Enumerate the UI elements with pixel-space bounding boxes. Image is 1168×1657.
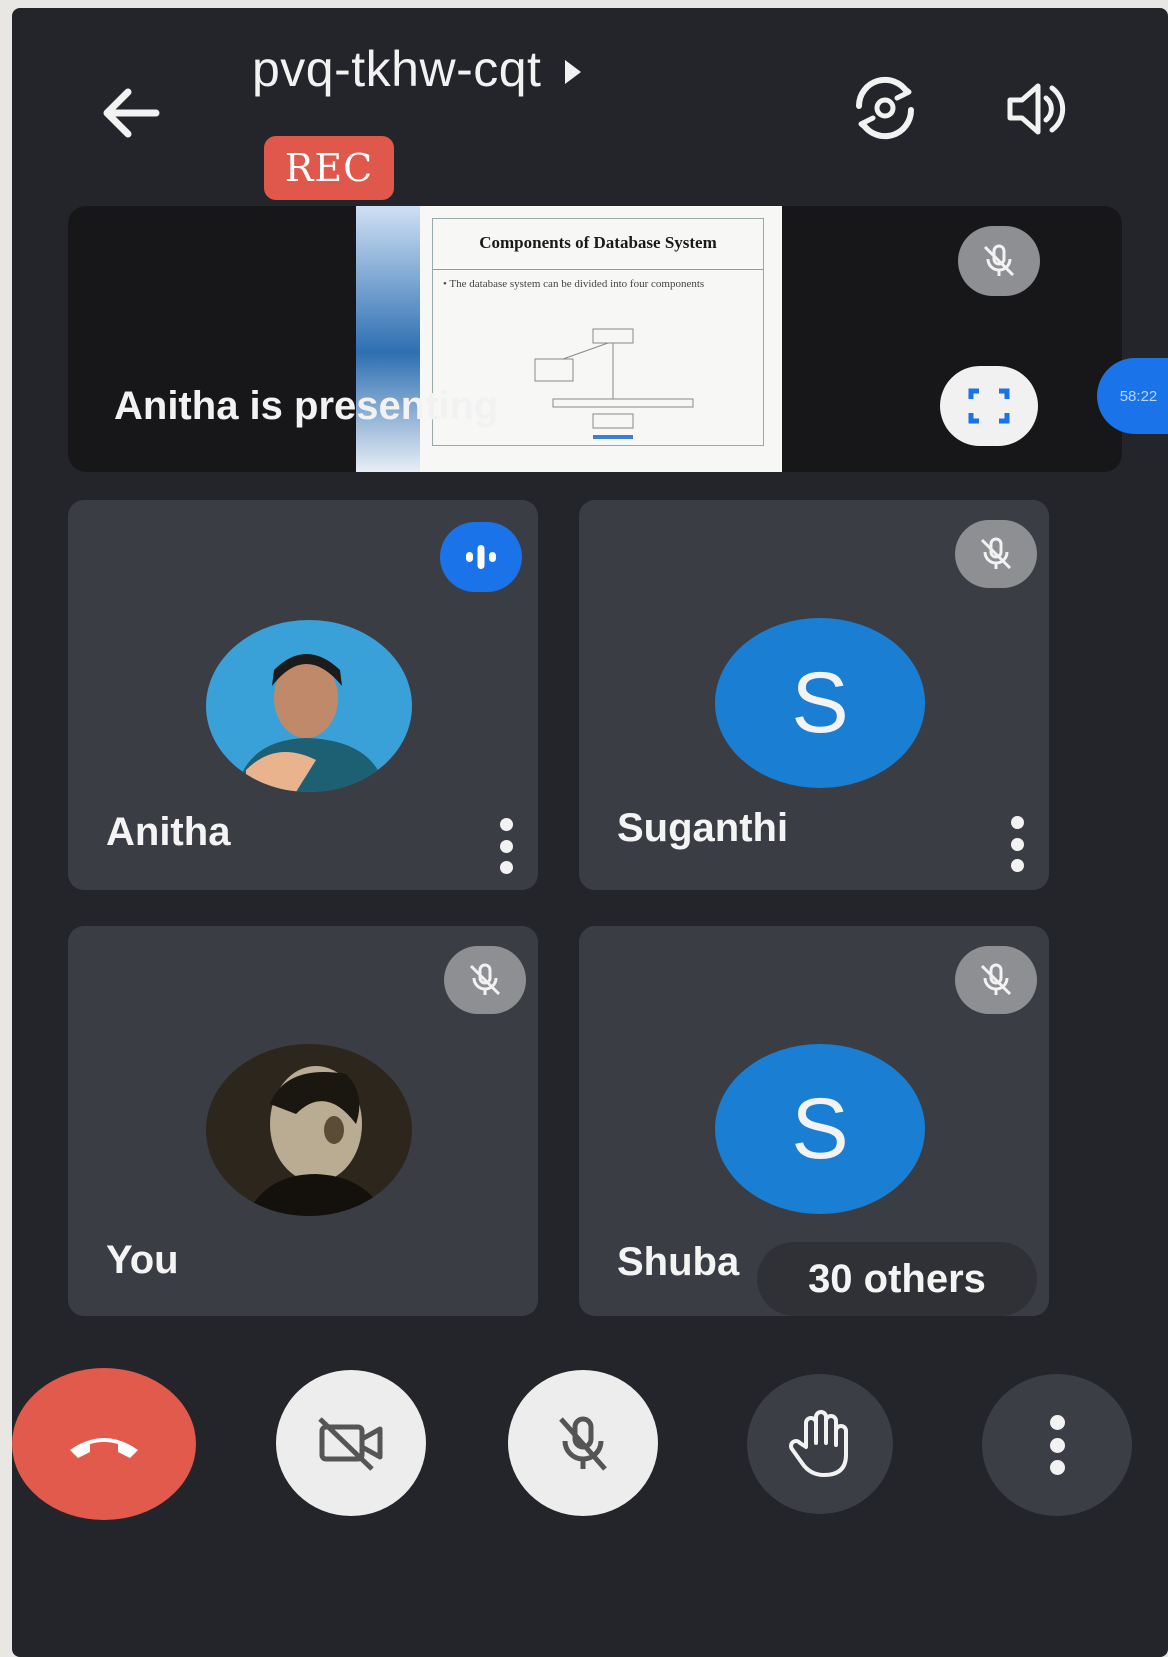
phone-hangup-icon [70, 1438, 138, 1458]
presenter-mute-badge [958, 226, 1040, 296]
call-controls [12, 1358, 1168, 1538]
avatar [206, 1044, 412, 1216]
fullscreen-icon [968, 388, 1010, 424]
shared-slide: Components of Database System • The data… [420, 206, 782, 472]
more-vert-icon [1047, 1415, 1067, 1475]
camera-toggle-button[interactable] [276, 1370, 426, 1516]
end-call-button[interactable] [12, 1368, 196, 1520]
mic-off-icon [983, 244, 1015, 277]
speaking-indicator [440, 522, 522, 592]
avatar [206, 620, 412, 792]
slide-diagram [534, 328, 694, 439]
timer-bubble[interactable]: 58:22 [1097, 358, 1168, 434]
avatar: S [715, 618, 925, 788]
recording-badge: REC [264, 136, 394, 200]
switch-camera-icon[interactable] [847, 70, 923, 146]
mic-toggle-button[interactable] [508, 1370, 658, 1516]
others-count-button[interactable]: 30 others [757, 1242, 1037, 1316]
mic-off-icon [980, 537, 1012, 570]
participant-name: Shuba [617, 1240, 740, 1284]
speaker-icon[interactable] [1002, 74, 1072, 144]
camera-off-icon [318, 1417, 383, 1471]
slide-body-text: • The database system can be divided int… [443, 278, 705, 290]
participant-name: Anitha [106, 810, 231, 854]
mute-badge [955, 520, 1037, 588]
presentation-tile[interactable]: Components of Database System • The data… [68, 206, 1122, 472]
top-bar: pvq-tkhw-cqt REC [12, 8, 1168, 218]
arrow-left-icon[interactable] [94, 78, 164, 148]
mute-badge [444, 946, 526, 1014]
hand-icon [789, 1410, 848, 1477]
meeting-code: pvq-tkhw-cqt [252, 41, 542, 97]
participant-tile-you[interactable]: You [68, 926, 538, 1316]
more-options-button[interactable] [982, 1374, 1132, 1516]
participant-tile-suganthi[interactable]: S Suganthi [579, 500, 1049, 890]
avatar: S [715, 1044, 925, 1214]
raise-hand-button[interactable] [747, 1374, 893, 1514]
meet-screen: pvq-tkhw-cqt REC Components of Database … [12, 8, 1168, 1657]
participant-tile-shuba[interactable]: S Shuba 30 others [579, 926, 1049, 1316]
participant-tile-anitha[interactable]: Anitha [68, 500, 538, 890]
meeting-title-button[interactable]: pvq-tkhw-cqt [252, 40, 582, 98]
more-vert-icon[interactable] [1007, 816, 1027, 872]
caret-right-icon [565, 60, 582, 84]
participant-name: Suganthi [617, 806, 789, 850]
mic-off-icon [469, 963, 501, 996]
fullscreen-button[interactable] [940, 366, 1038, 446]
slide-divider [433, 269, 763, 270]
mute-badge [955, 946, 1037, 1014]
mic-off-icon [559, 1416, 607, 1471]
participant-name: You [106, 1238, 179, 1282]
mic-off-icon [980, 963, 1012, 996]
presenting-label: Anitha is presenting [114, 384, 499, 428]
audio-level-icon [466, 545, 496, 569]
more-vert-icon[interactable] [496, 818, 516, 874]
slide-title: Components of Database System [479, 233, 717, 252]
